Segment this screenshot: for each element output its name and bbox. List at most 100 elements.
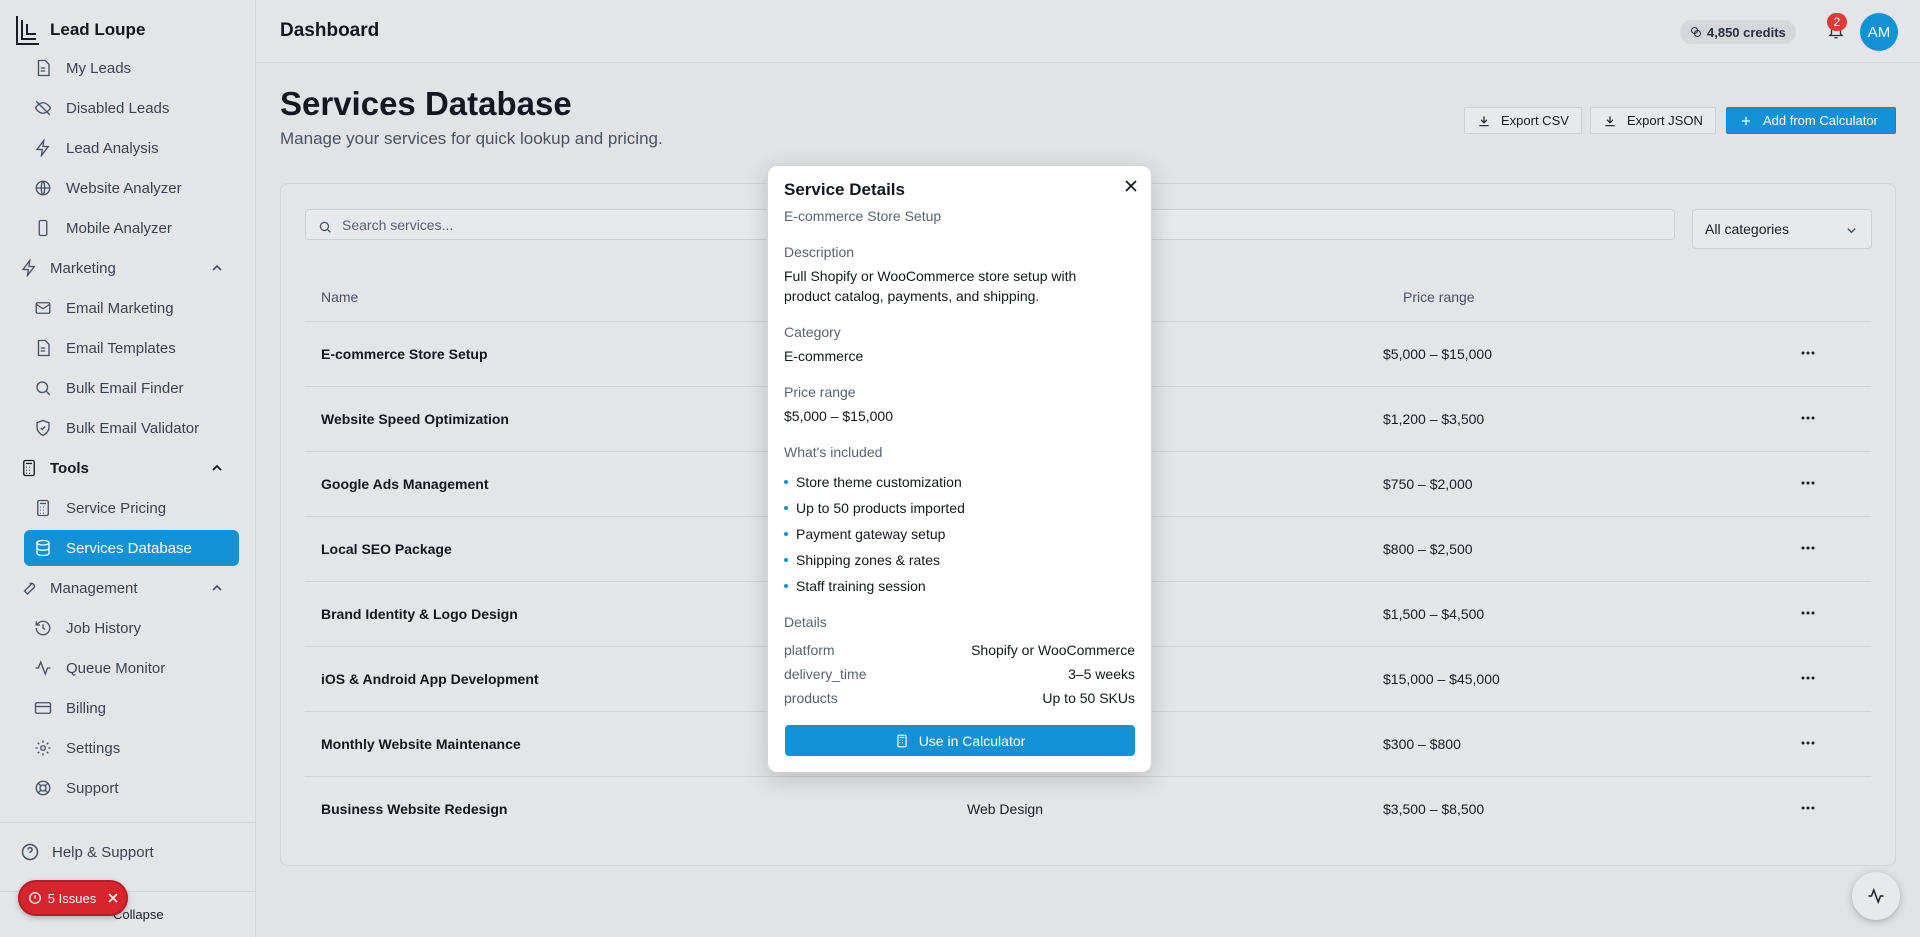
shield-icon	[34, 419, 52, 437]
activity-icon	[1867, 887, 1885, 905]
sidebar-item-bulk-email-validator[interactable]: Bulk Email Validator	[24, 410, 239, 446]
bullet	[784, 532, 788, 536]
sidebar-group-marketing[interactable]: Marketing	[20, 250, 235, 286]
alert-icon	[28, 891, 42, 905]
more-icon[interactable]	[1801, 801, 1815, 815]
sidebar-item-settings[interactable]: Settings	[24, 730, 239, 766]
more-icon[interactable]	[1801, 736, 1815, 750]
use-in-calculator-button[interactable]: Use in Calculator	[785, 725, 1135, 756]
sidebar-item-my-leads[interactable]: My Leads	[24, 50, 239, 86]
more-icon[interactable]	[1801, 541, 1815, 555]
sidebar-item-disabled-leads[interactable]: Disabled Leads	[24, 90, 239, 126]
page-title: Services Database	[280, 85, 572, 122]
sidebar-item-website-analyzer[interactable]: Website Analyzer	[24, 170, 239, 206]
bolt-icon	[34, 139, 52, 157]
sidebar-item-service-pricing[interactable]: Service Pricing	[24, 490, 239, 526]
detail-row-delivery-time: delivery_time 3–5 weeks	[784, 666, 1135, 682]
detail-row-products: products Up to 50 SKUs	[784, 690, 1135, 706]
export-json-button[interactable]: Export JSON	[1590, 107, 1716, 134]
details-label: Details	[784, 614, 827, 630]
sidebar-item-services-database[interactable]: Services Database	[24, 530, 239, 566]
history-icon	[34, 619, 52, 637]
chevron-up-icon	[211, 462, 223, 474]
lifebuoy-icon	[34, 779, 52, 797]
description-text: Full Shopify or WooCommerce store setup …	[784, 268, 1077, 304]
avatar[interactable]: AM	[1860, 13, 1898, 51]
sidebar-item-email-templates[interactable]: Email Templates	[24, 330, 239, 366]
more-icon[interactable]	[1801, 476, 1815, 490]
calculator-icon	[20, 459, 38, 477]
sidebar-item-job-history[interactable]: Job History	[24, 610, 239, 646]
service-details-modal: Service Details E-commerce Store Setup D…	[767, 165, 1152, 773]
bullet	[784, 584, 788, 588]
column-header-name[interactable]: Name	[321, 289, 358, 305]
phone-icon	[34, 219, 52, 237]
description-label: Description	[784, 244, 855, 260]
chevron-up-icon	[211, 262, 223, 274]
category-label: Category	[784, 324, 841, 340]
detail-row-platform: platform Shopify or WooCommerce	[784, 642, 1135, 658]
list-item: Staff training session	[784, 573, 965, 599]
gear-icon	[34, 739, 52, 757]
download-icon	[1603, 114, 1617, 128]
database-icon	[34, 539, 52, 557]
megaphone-icon	[20, 259, 38, 277]
card-icon	[34, 699, 52, 717]
globe-icon	[34, 179, 52, 197]
search-icon	[34, 379, 52, 397]
eye-off-icon	[34, 99, 52, 117]
sidebar-group-management[interactable]: Management	[20, 570, 235, 606]
calculator-icon	[895, 734, 909, 748]
category-select[interactable]: All categories	[1692, 209, 1872, 249]
category-value: E-commerce	[784, 348, 864, 364]
close-icon[interactable]	[108, 893, 118, 903]
sidebar-item-email-marketing[interactable]: Email Marketing	[24, 290, 239, 326]
included-list: Store theme customization Up to 50 produ…	[784, 469, 965, 599]
close-icon[interactable]	[1125, 180, 1137, 192]
file-icon	[34, 339, 52, 357]
more-icon[interactable]	[1801, 671, 1815, 685]
sidebar: Lead Loupe My Leads Disabled Leads Lead …	[0, 0, 256, 937]
list-item: Payment gateway setup	[784, 521, 965, 547]
activity-fab[interactable]	[1852, 872, 1900, 920]
table-row[interactable]: Business Website Redesign Web Design $3,…	[305, 777, 1871, 842]
modal-title: Service Details	[784, 180, 905, 199]
modal-subtitle: E-commerce Store Setup	[784, 208, 942, 224]
brand[interactable]: Lead Loupe	[14, 12, 145, 48]
add-from-calculator-button[interactable]: Add from Calculator	[1726, 107, 1896, 134]
mail-icon	[34, 299, 52, 317]
sidebar-item-mobile-analyzer[interactable]: Mobile Analyzer	[24, 210, 239, 246]
more-icon[interactable]	[1801, 411, 1815, 425]
chevron-down-icon	[1846, 225, 1857, 236]
sidebar-item-queue-monitor[interactable]: Queue Monitor	[24, 650, 239, 686]
search-icon	[318, 220, 332, 234]
sidebar-divider	[0, 822, 256, 823]
sidebar-item-bulk-email-finder[interactable]: Bulk Email Finder	[24, 370, 239, 406]
help-support-link[interactable]: Help & Support	[20, 842, 154, 862]
calculator-icon	[34, 499, 52, 517]
list-item: Store theme customization	[784, 469, 965, 495]
help-icon	[20, 842, 40, 862]
coins-icon	[1690, 26, 1702, 38]
sidebar-item-billing[interactable]: Billing	[24, 690, 239, 726]
sidebar-item-support[interactable]: Support	[24, 770, 239, 806]
credits-badge[interactable]: 4,850 credits	[1680, 20, 1796, 44]
download-icon	[1477, 114, 1491, 128]
sidebar-group-tools[interactable]: Tools	[20, 450, 235, 486]
more-icon[interactable]	[1801, 606, 1815, 620]
list-item: Shipping zones & rates	[784, 547, 965, 573]
brand-name: Lead Loupe	[50, 20, 146, 39]
bullet	[784, 506, 788, 510]
plus-icon	[1739, 114, 1753, 128]
list-item: Up to 50 products imported	[784, 495, 965, 521]
price-range-label: Price range	[784, 384, 856, 400]
page-subtitle: Manage your services for quick lookup an…	[280, 129, 663, 148]
included-label: What's included	[784, 444, 883, 460]
export-csv-button[interactable]: Export CSV	[1464, 107, 1582, 134]
column-header-price[interactable]: Price range	[1403, 289, 1475, 305]
issues-badge[interactable]: 5 Issues	[18, 880, 128, 916]
sidebar-item-lead-analysis[interactable]: Lead Analysis	[24, 130, 239, 166]
more-icon[interactable]	[1801, 346, 1815, 360]
chevron-up-icon	[211, 582, 223, 594]
page-header-title: Dashboard	[280, 20, 380, 41]
